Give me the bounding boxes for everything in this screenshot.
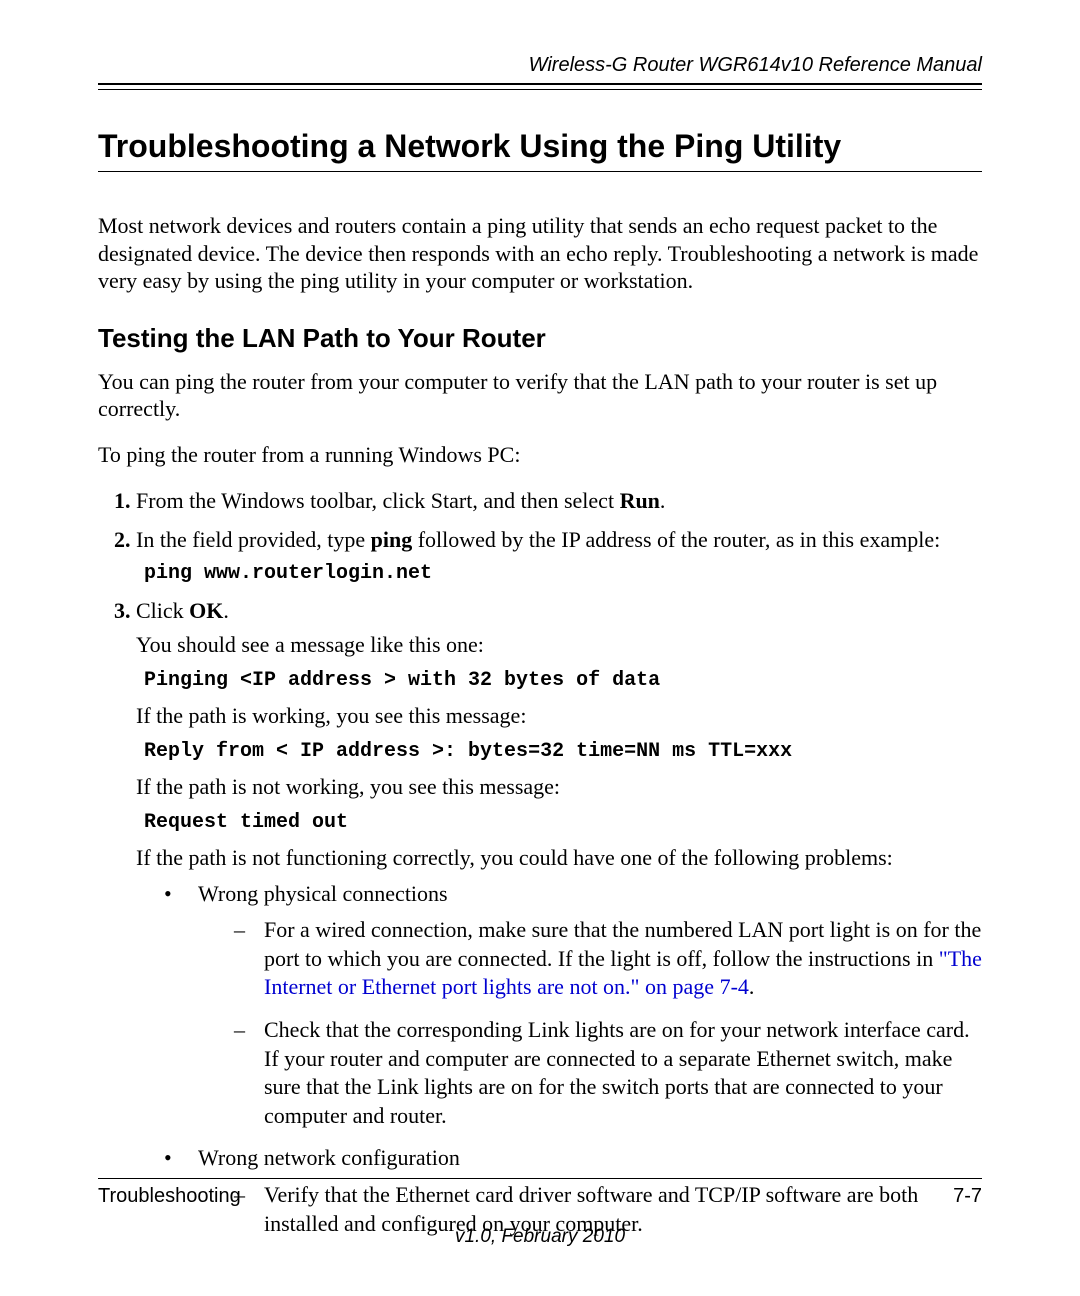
step-2-text-post: followed by the IP address of the router… [412, 527, 940, 552]
steps-list: From the Windows toolbar, click Start, a… [98, 486, 982, 1238]
step-3-text-pre: Click [136, 598, 189, 623]
step-2: In the field provided, type ping followe… [136, 525, 982, 588]
step-2-code: ping www.routerlogin.net [144, 560, 982, 588]
intro-paragraph: Most network devices and routers contain… [98, 212, 982, 295]
path-working-text: If the path is working, you see this mes… [136, 701, 982, 732]
footer-row: Troubleshooting 7-7 [98, 1185, 982, 1208]
step-1-text-pre: From the Windows toolbar, click Start, a… [136, 488, 620, 513]
section-rule [98, 171, 982, 172]
footer-rule [98, 1178, 982, 1179]
bullet-network-config-label: Wrong network configuration [198, 1145, 460, 1170]
step-1-text-post: . [660, 488, 666, 513]
step-3-bold: OK [189, 598, 223, 623]
physical-sub-1: For a wired connection, make sure that t… [234, 916, 982, 1002]
subsection-intro: You can ping the router from your comput… [98, 368, 982, 423]
footer-version: v1.0, February 2010 [98, 1226, 982, 1248]
msg-intro: You should see a message like this one: [136, 630, 982, 661]
code-pinging: Pinging <IP address > with 32 bytes of d… [144, 667, 982, 695]
document-page: Wireless-G Router WGR614v10 Reference Ma… [0, 0, 1080, 1296]
physical-sub-1-post: . [749, 974, 755, 999]
steps-lead-in: To ping the router from a running Window… [98, 441, 982, 469]
physical-sub-1-pre: For a wired connection, make sure that t… [264, 917, 981, 971]
code-timeout: Request timed out [144, 809, 982, 837]
step-3-follow-up: You should see a message like this one: … [136, 630, 982, 873]
path-not-working-text: If the path is not working, you see this… [136, 772, 982, 803]
physical-sub-2: Check that the corresponding Link lights… [234, 1016, 982, 1130]
page-footer: Troubleshooting 7-7 v1.0, February 2010 [98, 1178, 982, 1248]
step-1-bold: Run [620, 488, 660, 513]
step-2-text-pre: In the field provided, type [136, 527, 371, 552]
footer-page-number: 7-7 [953, 1185, 982, 1208]
step-2-bold: ping [371, 527, 413, 552]
bullet-physical: Wrong physical connections For a wired c… [164, 880, 982, 1131]
footer-left: Troubleshooting [98, 1185, 241, 1208]
running-header: Wireless-G Router WGR614v10 Reference Ma… [98, 54, 982, 77]
subsection-heading: Testing the LAN Path to Your Router [98, 323, 982, 354]
code-reply: Reply from < IP address >: bytes=32 time… [144, 738, 982, 766]
physical-sublist: For a wired connection, make sure that t… [198, 916, 982, 1130]
step-3: Click OK. You should see a message like … [136, 596, 982, 1239]
step-3-text-post: . [223, 598, 229, 623]
bullet-physical-label: Wrong physical connections [198, 881, 448, 906]
header-rule [98, 83, 982, 90]
step-1: From the Windows toolbar, click Start, a… [136, 486, 982, 517]
problems-intro: If the path is not functioning correctly… [136, 843, 982, 874]
section-heading: Troubleshooting a Network Using the Ping… [98, 128, 982, 165]
